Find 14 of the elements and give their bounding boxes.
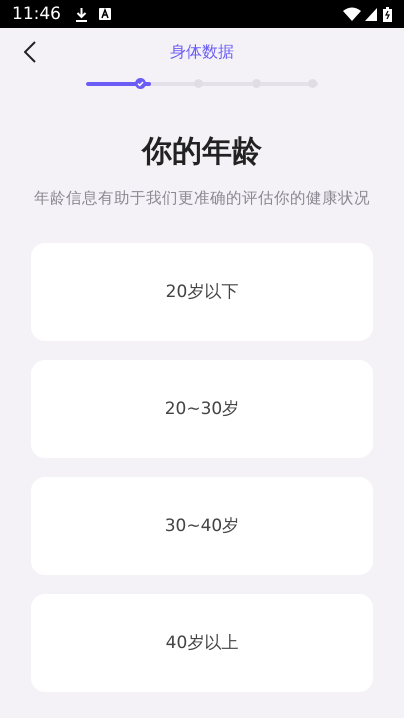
- battery-icon: [383, 6, 392, 22]
- font-icon: [99, 8, 111, 20]
- download-icon: [75, 6, 88, 22]
- signal-icon: [365, 8, 377, 20]
- option-card[interactable]: 30~40岁: [31, 477, 373, 576]
- option-card[interactable]: 20~30岁: [31, 360, 373, 458]
- wifi-icon: [343, 7, 361, 21]
- question-subtitle: 年龄信息有助于我们更准确的评估你的健康状况: [33, 188, 371, 209]
- option-card[interactable]: 20岁以下: [31, 243, 373, 342]
- page-title: 身体数据: [170, 41, 234, 63]
- status-time: 11:46: [12, 6, 61, 22]
- back-icon: [24, 41, 36, 63]
- option-card[interactable]: 40岁以上: [31, 594, 373, 692]
- question-title: 你的年龄: [140, 133, 263, 171]
